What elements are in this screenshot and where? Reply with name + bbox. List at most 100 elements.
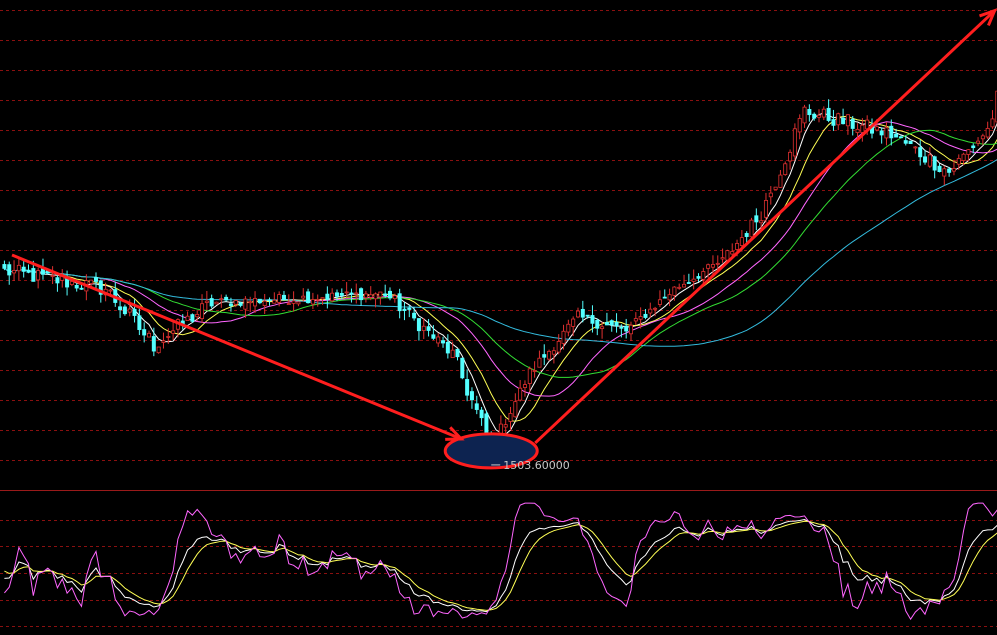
candle-body (527, 368, 532, 384)
candle-body (209, 298, 214, 307)
candle-body (233, 300, 238, 305)
candle-body (657, 299, 662, 305)
candlesticks (2, 90, 997, 465)
candle-body (985, 127, 990, 138)
candle-body (161, 340, 166, 343)
candle-body (12, 270, 17, 274)
candle-body (816, 114, 821, 118)
candle-body (855, 128, 860, 133)
uptrend-arrow (534, 9, 996, 445)
candle-body (171, 330, 176, 334)
candle-body (272, 299, 277, 304)
candle-body (156, 346, 161, 354)
candle-body (783, 163, 788, 176)
candle-body (990, 118, 995, 128)
candle-body (773, 186, 778, 190)
low-price-marker: 1503.60000 (491, 459, 570, 472)
candle-body (956, 158, 961, 165)
candle-body (633, 318, 638, 322)
candle-body (291, 300, 296, 304)
candle-body (643, 313, 648, 318)
candle-body (879, 130, 884, 136)
candle-body (238, 302, 243, 306)
candle-body (788, 151, 793, 162)
candle-body (812, 113, 817, 119)
candle-body (214, 301, 219, 305)
candle-body (585, 314, 590, 317)
ma-line-5 (4, 112, 997, 435)
candle-body (388, 290, 393, 299)
candle-body (286, 303, 291, 305)
candle-body (624, 325, 629, 332)
candle-body (556, 340, 561, 353)
candle-body (296, 301, 301, 305)
indicator-line-3 (4, 502, 997, 621)
candle-body (682, 283, 687, 288)
candle-body (725, 250, 730, 261)
candle-body (122, 306, 127, 315)
candle-body (860, 124, 865, 133)
candle-body (378, 291, 383, 298)
candle-body (913, 146, 918, 149)
candle-body (469, 391, 474, 401)
candle-body (118, 306, 123, 311)
candle-body (735, 243, 740, 250)
candle-body (701, 271, 706, 280)
candle-body (522, 384, 527, 388)
candle-body (720, 257, 725, 260)
candle-body (310, 299, 315, 305)
candle-body (31, 268, 36, 282)
candle-body (416, 318, 421, 332)
candle-body (36, 270, 41, 281)
candle-body (267, 299, 272, 302)
candle-body (137, 315, 142, 330)
candle-body (976, 140, 981, 144)
moving-average-lines (4, 112, 997, 435)
candle-body (306, 291, 311, 304)
candle-body (614, 321, 619, 327)
candle-body (547, 350, 552, 360)
candle-body (807, 109, 812, 116)
candle-body (821, 108, 826, 118)
candle-body (715, 262, 720, 265)
candle-body (426, 326, 431, 331)
candle-body (460, 357, 465, 379)
candle-body (600, 326, 605, 329)
indicator-line-1 (4, 518, 997, 613)
candle-body (653, 307, 658, 310)
candle-body (69, 281, 74, 285)
candle-body (884, 127, 889, 139)
candle-body (320, 297, 325, 300)
candle-body (195, 313, 200, 318)
candle-body (763, 200, 768, 218)
candle-body (691, 278, 696, 282)
candle-body (532, 370, 537, 372)
candle-body (629, 324, 634, 335)
candle-body (402, 308, 407, 311)
candle-body (710, 264, 715, 268)
candle-body (253, 298, 258, 307)
candle-body (894, 133, 899, 138)
candle-body (397, 293, 402, 312)
candle-body (2, 264, 7, 269)
candle-body (845, 114, 850, 127)
low-price-label: 1503.60000 (503, 459, 569, 472)
candle-body (257, 298, 262, 304)
candle-body (93, 277, 98, 282)
candle-body (166, 336, 171, 338)
candle-body (151, 336, 156, 352)
candle-body (484, 413, 489, 436)
candle-body (219, 298, 224, 301)
candle-body (575, 310, 580, 318)
candle-body (74, 284, 79, 289)
ma-line-20 (4, 121, 997, 397)
candle-body (518, 387, 523, 401)
candle-body (638, 316, 643, 320)
candle-body (373, 293, 378, 300)
candle-body (383, 293, 388, 296)
candle-body (248, 301, 253, 304)
candle-body (334, 292, 339, 297)
candle-body (551, 350, 556, 355)
candle-body (792, 128, 797, 157)
candle-body (147, 332, 152, 338)
